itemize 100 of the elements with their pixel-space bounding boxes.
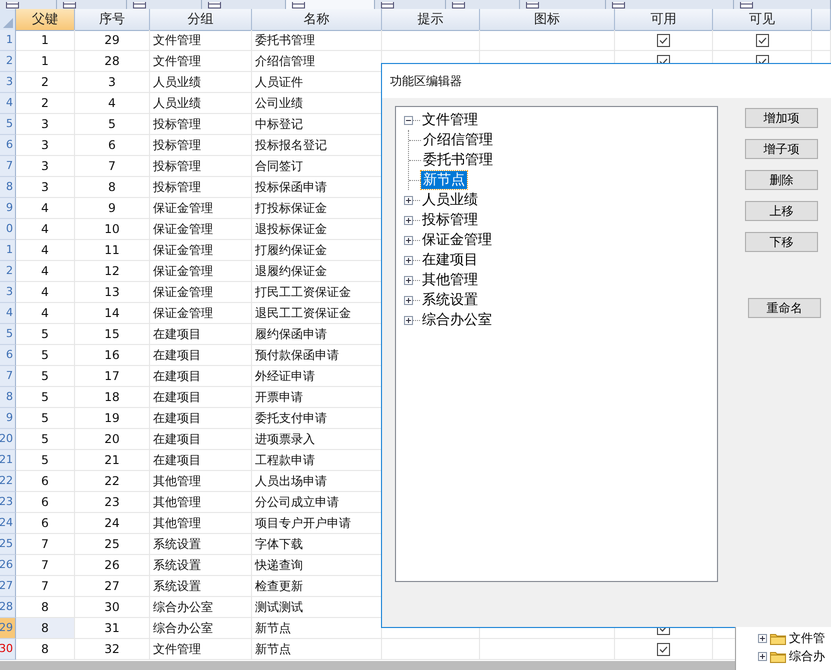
tree-item[interactable]: 投标管理 xyxy=(420,211,480,229)
table-cell: 27 xyxy=(75,576,150,597)
table-cell: 综合办公室 xyxy=(150,597,252,618)
row-number[interactable]: 7 xyxy=(0,366,16,387)
checkbox[interactable] xyxy=(756,34,768,46)
tree-item[interactable]: 介绍信管理 xyxy=(421,131,495,149)
dialog-button[interactable]: 删除 xyxy=(745,170,818,190)
table-cell: 5 xyxy=(16,366,75,387)
expand-icon[interactable] xyxy=(404,276,413,284)
expand-icon[interactable] xyxy=(404,216,413,224)
tree-item[interactable]: 其他管理 xyxy=(420,271,480,289)
row-number[interactable]: 24 xyxy=(0,513,16,534)
table-cell: 新节点 xyxy=(252,639,382,660)
dialog-button[interactable]: 下移 xyxy=(745,232,818,252)
row-number[interactable]: 26 xyxy=(0,555,16,576)
rename-button[interactable]: 重命名 xyxy=(748,298,821,318)
dialog-button[interactable]: 增子项 xyxy=(745,139,818,159)
table-icon xyxy=(526,2,539,9)
row-number[interactable]: 5 xyxy=(0,324,16,345)
row-number[interactable]: 1 xyxy=(0,30,16,51)
column-header[interactable]: 名称 xyxy=(252,9,382,31)
tree-item[interactable]: 系统设置 xyxy=(420,291,480,309)
row-number[interactable]: 6 xyxy=(0,345,16,366)
tab[interactable] xyxy=(375,0,446,9)
column-header[interactable]: 图标 xyxy=(480,9,615,31)
row-number[interactable]: 29 xyxy=(0,618,16,639)
tree-item[interactable]: 委托书管理 xyxy=(421,151,495,169)
tree-item[interactable]: 新节点 xyxy=(421,171,467,189)
row-number[interactable]: 6 xyxy=(0,135,16,156)
row-number[interactable]: 28 xyxy=(0,597,16,618)
expand-icon[interactable] xyxy=(404,196,413,204)
column-header[interactable]: 分组 xyxy=(150,9,252,31)
table-cell: 8 xyxy=(16,618,75,639)
tree-item[interactable]: 综合办公室 xyxy=(420,311,494,329)
table-cell: 6 xyxy=(75,135,150,156)
row-number[interactable]: 4 xyxy=(0,303,16,324)
table-cell: 17 xyxy=(75,366,150,387)
row-number[interactable]: 1 xyxy=(0,240,16,261)
tree-item[interactable]: 文件管 xyxy=(789,630,825,646)
row-number[interactable]: 9 xyxy=(0,198,16,219)
expand-icon[interactable] xyxy=(404,236,413,244)
tree-item[interactable]: 文件管理 xyxy=(420,111,480,129)
tab[interactable] xyxy=(127,0,202,9)
expand-icon[interactable] xyxy=(404,296,413,304)
row-number[interactable]: 30 xyxy=(0,639,16,660)
row-number[interactable]: 2 xyxy=(0,51,16,72)
tab[interactable] xyxy=(606,0,734,9)
corner-cell[interactable] xyxy=(0,9,16,31)
row-number[interactable]: 21 xyxy=(0,450,16,471)
table-cell: 1 xyxy=(16,30,75,51)
row-number[interactable]: 9 xyxy=(0,408,16,429)
tree-item[interactable]: 在建项目 xyxy=(420,251,480,269)
tab[interactable] xyxy=(57,0,127,9)
row-number[interactable]: 22 xyxy=(0,471,16,492)
row-number[interactable]: 27 xyxy=(0,576,16,597)
table-cell: 4 xyxy=(16,219,75,240)
tab[interactable] xyxy=(446,0,520,9)
tab[interactable] xyxy=(734,0,831,9)
table-cell: 4 xyxy=(16,303,75,324)
table-cell: 24 xyxy=(75,513,150,534)
tree-item[interactable]: 保证金管理 xyxy=(420,231,494,249)
row-number[interactable]: 8 xyxy=(0,177,16,198)
row-number[interactable]: 20 xyxy=(0,429,16,450)
tree-item[interactable]: 综合办 xyxy=(789,648,825,664)
expand-icon[interactable] xyxy=(758,652,767,660)
row-number[interactable]: 7 xyxy=(0,156,16,177)
column-header[interactable]: 可见 xyxy=(713,9,812,31)
dialog-button[interactable]: 上移 xyxy=(745,201,818,221)
table-cell: 保证金管理 xyxy=(150,240,252,261)
tab[interactable] xyxy=(286,0,375,9)
tab[interactable] xyxy=(0,0,57,9)
tree-item[interactable]: 人员业绩 xyxy=(420,191,480,209)
collapse-icon[interactable] xyxy=(404,116,413,124)
row-number[interactable]: 0 xyxy=(0,219,16,240)
expand-icon[interactable] xyxy=(758,634,767,642)
checkbox[interactable] xyxy=(657,642,670,656)
row-number[interactable]: 25 xyxy=(0,534,16,555)
expand-icon[interactable] xyxy=(404,256,413,264)
row-number[interactable]: 2 xyxy=(0,261,16,282)
table-cell: 投标管理 xyxy=(150,114,252,135)
row-number[interactable]: 4 xyxy=(0,93,16,114)
row-number[interactable]: 23 xyxy=(0,492,16,513)
column-header[interactable]: 提示 xyxy=(382,9,480,31)
row-number[interactable]: 3 xyxy=(0,72,16,93)
row-number[interactable]: 3 xyxy=(0,282,16,303)
column-header[interactable]: 可用 xyxy=(615,9,713,31)
expand-icon[interactable] xyxy=(404,316,413,324)
tab[interactable] xyxy=(202,0,286,9)
table-cell: 25 xyxy=(75,534,150,555)
table-cell: 2 xyxy=(16,93,75,114)
column-header[interactable]: 父键 xyxy=(16,9,75,31)
checkbox[interactable] xyxy=(657,34,670,46)
row-number[interactable]: 8 xyxy=(0,387,16,408)
table-cell: 4 xyxy=(16,240,75,261)
column-header[interactable]: 序号 xyxy=(75,9,150,31)
tab[interactable] xyxy=(520,0,606,9)
table-cell: 6 xyxy=(16,471,75,492)
row-number[interactable]: 5 xyxy=(0,114,16,135)
dialog-button[interactable]: 增加项 xyxy=(745,108,818,128)
table-cell: 20 xyxy=(75,429,150,450)
